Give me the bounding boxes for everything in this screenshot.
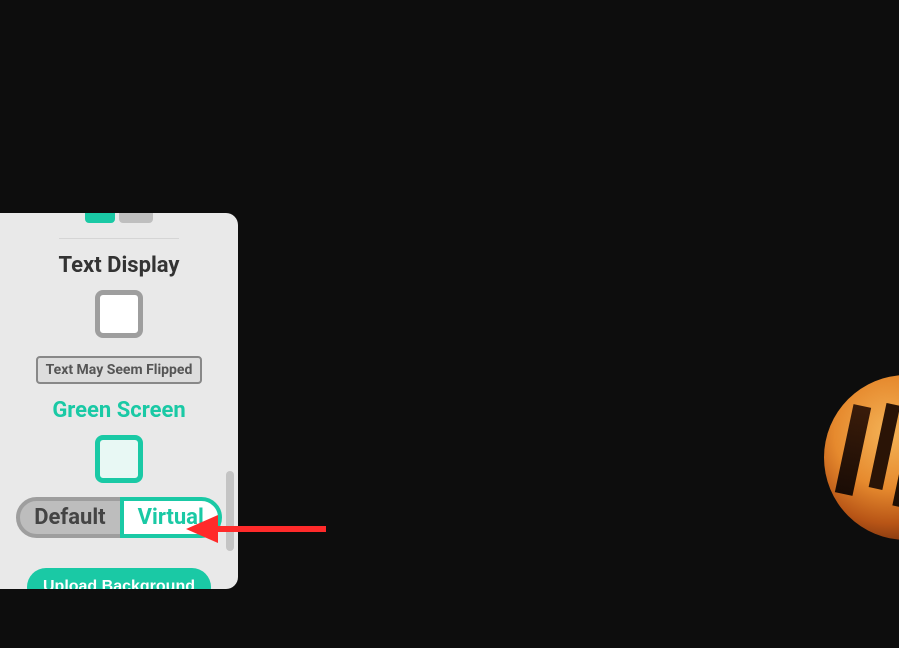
toggle-fragment-on[interactable] <box>85 213 115 223</box>
panel-scrollbar-thumb[interactable] <box>226 471 234 551</box>
green-screen-checkbox[interactable] <box>95 435 143 483</box>
background-mode-toggle: Default Virtual <box>16 497 222 538</box>
toggle-fragment-off[interactable] <box>119 213 153 223</box>
background-mode-default[interactable]: Default <box>16 497 123 538</box>
settings-panel: Text Display Text May Seem Flipped Green… <box>0 213 238 589</box>
panel-content: Text Display Text May Seem Flipped Green… <box>0 213 238 589</box>
avatar-circle <box>824 375 899 540</box>
green-screen-title: Green Screen <box>52 398 185 423</box>
text-flipped-note: Text May Seem Flipped <box>36 356 203 384</box>
upload-background-button[interactable]: Upload Background <box>27 568 211 589</box>
background-mode-virtual[interactable]: Virtual <box>120 497 222 538</box>
top-toggle-fragment <box>85 213 153 223</box>
text-display-checkbox[interactable] <box>95 290 143 338</box>
text-display-title: Text Display <box>59 253 180 278</box>
section-divider <box>59 238 179 239</box>
